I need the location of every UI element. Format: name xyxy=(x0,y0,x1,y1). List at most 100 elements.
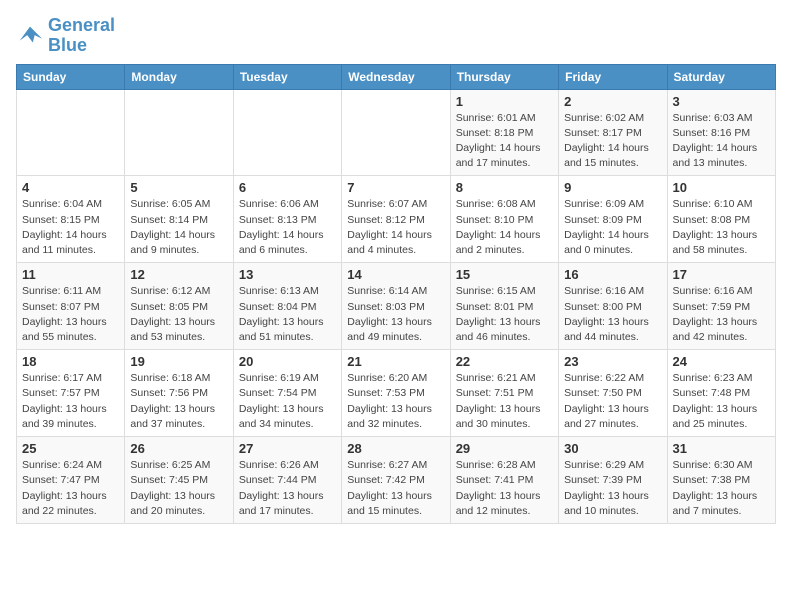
day-info: Sunrise: 6:30 AM Sunset: 7:38 PM Dayligh… xyxy=(673,458,770,519)
day-number: 12 xyxy=(130,267,227,282)
day-number: 28 xyxy=(347,441,444,456)
calendar-cell: 29 Sunrise: 6:28 AM Sunset: 7:41 PM Dayli… xyxy=(450,437,558,524)
calendar-cell: 1 Sunrise: 6:01 AM Sunset: 8:18 PM Daylig… xyxy=(450,89,558,176)
calendar-cell: 6 Sunrise: 6:06 AM Sunset: 8:13 PM Daylig… xyxy=(233,176,341,263)
calendar-cell: 19 Sunrise: 6:18 AM Sunset: 7:56 PM Dayli… xyxy=(125,350,233,437)
calendar-cell: 8 Sunrise: 6:08 AM Sunset: 8:10 PM Daylig… xyxy=(450,176,558,263)
calendar-week-5: 25 Sunrise: 6:24 AM Sunset: 7:47 PM Dayli… xyxy=(17,437,776,524)
day-info: Sunrise: 6:11 AM Sunset: 8:07 PM Dayligh… xyxy=(22,284,119,345)
day-number: 30 xyxy=(564,441,661,456)
day-info: Sunrise: 6:27 AM Sunset: 7:42 PM Dayligh… xyxy=(347,458,444,519)
day-info: Sunrise: 6:16 AM Sunset: 7:59 PM Dayligh… xyxy=(673,284,770,345)
weekday-row: SundayMondayTuesdayWednesdayThursdayFrid… xyxy=(17,64,776,89)
calendar-cell: 14 Sunrise: 6:14 AM Sunset: 8:03 PM Dayli… xyxy=(342,263,450,350)
day-info: Sunrise: 6:24 AM Sunset: 7:47 PM Dayligh… xyxy=(22,458,119,519)
calendar-cell: 11 Sunrise: 6:11 AM Sunset: 8:07 PM Dayli… xyxy=(17,263,125,350)
calendar-cell: 28 Sunrise: 6:27 AM Sunset: 7:42 PM Dayli… xyxy=(342,437,450,524)
weekday-header-saturday: Saturday xyxy=(667,64,775,89)
day-info: Sunrise: 6:03 AM Sunset: 8:16 PM Dayligh… xyxy=(673,111,770,172)
calendar-week-1: 1 Sunrise: 6:01 AM Sunset: 8:18 PM Daylig… xyxy=(17,89,776,176)
calendar-cell: 24Sunrise: 6:23 AM Sunset: 7:48 PM Dayli… xyxy=(667,350,775,437)
day-number: 15 xyxy=(456,267,553,282)
calendar-cell: 9Sunrise: 6:09 AM Sunset: 8:09 PM Daylig… xyxy=(559,176,667,263)
day-number: 13 xyxy=(239,267,336,282)
calendar-table: SundayMondayTuesdayWednesdayThursdayFrid… xyxy=(16,64,776,524)
page-header: General Blue xyxy=(16,16,776,56)
calendar-cell: 2 Sunrise: 6:02 AM Sunset: 8:17 PM Daylig… xyxy=(559,89,667,176)
day-number: 26 xyxy=(130,441,227,456)
day-number: 16 xyxy=(564,267,661,282)
logo-text: General Blue xyxy=(48,16,115,56)
day-info: Sunrise: 6:07 AM Sunset: 8:12 PM Dayligh… xyxy=(347,197,444,258)
day-info: Sunrise: 6:02 AM Sunset: 8:17 PM Dayligh… xyxy=(564,111,661,172)
day-info: Sunrise: 6:20 AM Sunset: 7:53 PM Dayligh… xyxy=(347,371,444,432)
day-number: 29 xyxy=(456,441,553,456)
calendar-cell: 7 Sunrise: 6:07 AM Sunset: 8:12 PM Daylig… xyxy=(342,176,450,263)
day-info: Sunrise: 6:18 AM Sunset: 7:56 PM Dayligh… xyxy=(130,371,227,432)
day-number: 6 xyxy=(239,180,336,195)
day-info: Sunrise: 6:19 AM Sunset: 7:54 PM Dayligh… xyxy=(239,371,336,432)
calendar-cell xyxy=(17,89,125,176)
logo: General Blue xyxy=(16,16,115,56)
day-info: Sunrise: 6:21 AM Sunset: 7:51 PM Dayligh… xyxy=(456,371,553,432)
calendar-week-3: 11 Sunrise: 6:11 AM Sunset: 8:07 PM Dayli… xyxy=(17,263,776,350)
day-number: 20 xyxy=(239,354,336,369)
day-info: Sunrise: 6:08 AM Sunset: 8:10 PM Dayligh… xyxy=(456,197,553,258)
calendar-cell: 20 Sunrise: 6:19 AM Sunset: 7:54 PM Dayli… xyxy=(233,350,341,437)
day-number: 2 xyxy=(564,94,661,109)
day-info: Sunrise: 6:28 AM Sunset: 7:41 PM Dayligh… xyxy=(456,458,553,519)
day-number: 10 xyxy=(673,180,770,195)
day-number: 19 xyxy=(130,354,227,369)
day-number: 22 xyxy=(456,354,553,369)
day-number: 31 xyxy=(673,441,770,456)
calendar-cell xyxy=(342,89,450,176)
weekday-header-tuesday: Tuesday xyxy=(233,64,341,89)
day-info: Sunrise: 6:04 AM Sunset: 8:15 PM Dayligh… xyxy=(22,197,119,258)
calendar-cell: 18 Sunrise: 6:17 AM Sunset: 7:57 PM Dayli… xyxy=(17,350,125,437)
calendar-cell: 10 Sunrise: 6:10 AM Sunset: 8:08 PM Dayli… xyxy=(667,176,775,263)
day-number: 3 xyxy=(673,94,770,109)
day-info: Sunrise: 6:10 AM Sunset: 8:08 PM Dayligh… xyxy=(673,197,770,258)
day-number: 18 xyxy=(22,354,119,369)
calendar-cell: 21 Sunrise: 6:20 AM Sunset: 7:53 PM Dayli… xyxy=(342,350,450,437)
day-info: Sunrise: 6:22 AM Sunset: 7:50 PM Dayligh… xyxy=(564,371,661,432)
weekday-header-wednesday: Wednesday xyxy=(342,64,450,89)
day-info: Sunrise: 6:26 AM Sunset: 7:44 PM Dayligh… xyxy=(239,458,336,519)
calendar-cell: 12Sunrise: 6:12 AM Sunset: 8:05 PM Dayli… xyxy=(125,263,233,350)
day-number: 14 xyxy=(347,267,444,282)
calendar-cell: 30Sunrise: 6:29 AM Sunset: 7:39 PM Dayli… xyxy=(559,437,667,524)
day-number: 17 xyxy=(673,267,770,282)
calendar-cell: 23 Sunrise: 6:22 AM Sunset: 7:50 PM Dayli… xyxy=(559,350,667,437)
calendar-cell: 17 Sunrise: 6:16 AM Sunset: 7:59 PM Dayli… xyxy=(667,263,775,350)
day-number: 25 xyxy=(22,441,119,456)
day-number: 5 xyxy=(130,180,227,195)
calendar-week-2: 4 Sunrise: 6:04 AM Sunset: 8:15 PM Daylig… xyxy=(17,176,776,263)
day-info: Sunrise: 6:05 AM Sunset: 8:14 PM Dayligh… xyxy=(130,197,227,258)
day-info: Sunrise: 6:06 AM Sunset: 8:13 PM Dayligh… xyxy=(239,197,336,258)
calendar-cell: 22 Sunrise: 6:21 AM Sunset: 7:51 PM Dayli… xyxy=(450,350,558,437)
day-number: 1 xyxy=(456,94,553,109)
logo-icon xyxy=(16,22,44,50)
calendar-cell: 15 Sunrise: 6:15 AM Sunset: 8:01 PM Dayli… xyxy=(450,263,558,350)
day-number: 8 xyxy=(456,180,553,195)
weekday-header-thursday: Thursday xyxy=(450,64,558,89)
calendar-week-4: 18 Sunrise: 6:17 AM Sunset: 7:57 PM Dayli… xyxy=(17,350,776,437)
day-number: 11 xyxy=(22,267,119,282)
calendar-cell: 27Sunrise: 6:26 AM Sunset: 7:44 PM Dayli… xyxy=(233,437,341,524)
day-info: Sunrise: 6:13 AM Sunset: 8:04 PM Dayligh… xyxy=(239,284,336,345)
day-number: 7 xyxy=(347,180,444,195)
day-info: Sunrise: 6:17 AM Sunset: 7:57 PM Dayligh… xyxy=(22,371,119,432)
day-number: 4 xyxy=(22,180,119,195)
day-info: Sunrise: 6:01 AM Sunset: 8:18 PM Dayligh… xyxy=(456,111,553,172)
calendar-cell: 5 Sunrise: 6:05 AM Sunset: 8:14 PM Daylig… xyxy=(125,176,233,263)
day-info: Sunrise: 6:25 AM Sunset: 7:45 PM Dayligh… xyxy=(130,458,227,519)
calendar-cell: 26 Sunrise: 6:25 AM Sunset: 7:45 PM Dayli… xyxy=(125,437,233,524)
calendar-cell: 3 Sunrise: 6:03 AM Sunset: 8:16 PM Daylig… xyxy=(667,89,775,176)
day-number: 9 xyxy=(564,180,661,195)
weekday-header-friday: Friday xyxy=(559,64,667,89)
day-info: Sunrise: 6:14 AM Sunset: 8:03 PM Dayligh… xyxy=(347,284,444,345)
day-info: Sunrise: 6:15 AM Sunset: 8:01 PM Dayligh… xyxy=(456,284,553,345)
day-number: 21 xyxy=(347,354,444,369)
calendar-cell: 31 Sunrise: 6:30 AM Sunset: 7:38 PM Dayli… xyxy=(667,437,775,524)
day-number: 23 xyxy=(564,354,661,369)
